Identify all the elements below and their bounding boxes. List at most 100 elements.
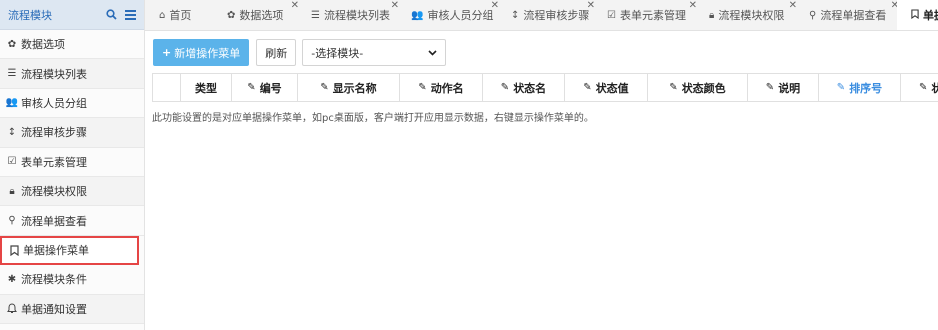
asterisk-icon: ✱ <box>7 273 17 285</box>
tab-bar: ⌂ 首页 ✿ 数据选项 ✕ ☰ 流程模块列表 ✕ 👥 审核人员分组 ✕ ↕ 流程… <box>145 0 938 31</box>
tab-label: 流程模块列表 <box>323 9 390 22</box>
search-icon: ⚲ <box>8 215 16 227</box>
tab-label: 表单元素管理 <box>619 9 686 22</box>
toolbar: + 新增操作菜单 刷新 -选择模块- <box>153 39 447 66</box>
sidebar-item-label: 流程审核步骤 <box>21 126 87 140</box>
tab-review-steps[interactable]: ↕ 流程审核步骤 ✕ <box>497 0 595 30</box>
menu-icon[interactable] <box>125 9 136 20</box>
sidebar-item-label: 数据选项 <box>21 38 65 52</box>
column-label: 编号 <box>259 81 282 95</box>
tab-document-view[interactable]: ⚲ 流程单据查看 ✕ <box>795 0 899 30</box>
tab-document-menu[interactable]: 单据操 <box>897 0 938 30</box>
pencil-icon: ✎ <box>919 82 928 93</box>
lock-icon: 🔒︎ <box>709 9 715 21</box>
home-icon: ⌂ <box>159 9 166 21</box>
add-menu-label: 新增操作菜单 <box>174 46 241 60</box>
sidebar-item-reviewer-groups[interactable]: 👥 审核人员分组 <box>0 88 144 119</box>
pencil-icon: ✎ <box>500 82 510 93</box>
search-icon[interactable] <box>106 9 117 20</box>
column-label: 排序号 <box>849 81 883 95</box>
sidebar-item-label: 流程模块列表 <box>21 67 87 81</box>
column-header-description[interactable]: ✎ 说明 <box>748 74 819 101</box>
tab-module-permissions[interactable]: 🔒︎ 流程模块权限 ✕ <box>695 0 797 30</box>
column-label: 动作名 <box>430 81 464 95</box>
sidebar-item-label: 单据操作菜单 <box>23 244 89 258</box>
tab-label: 单据操 <box>923 9 938 22</box>
tab-data-options[interactable]: ✿ 数据选项 ✕ <box>213 0 299 30</box>
table-header: 类型 ✎ 编号 ✎ 显示名称 ✎ 动作名 ✎ 状态名 ✎ 状态值 ✎ 状态颜色 … <box>152 73 938 102</box>
pencil-icon: ✎ <box>247 82 256 93</box>
tab-label: 流程单据查看 <box>820 9 887 22</box>
sidebar-item-label: 流程模块条件 <box>21 273 87 287</box>
sidebar-item-label: 表单元素管理 <box>21 155 87 169</box>
info-text: 此功能设置的是对应单据操作菜单，如pc桌面版，客户端打开应用显示数据，右键显示操… <box>152 113 594 124</box>
pencil-icon: ✎ <box>765 82 775 93</box>
column-label: 状态名 <box>513 81 547 95</box>
plus-icon: + <box>162 46 172 59</box>
column-select <box>153 74 181 101</box>
column-label: 显示名称 <box>332 81 377 95</box>
sidebar-item-notification-settings[interactable]: 单据通知设置 <box>0 294 144 324</box>
users-icon: 👥 <box>5 97 19 109</box>
sidebar-item-review-steps[interactable]: ↕ 流程审核步骤 <box>0 118 144 148</box>
column-header-sort-number[interactable]: ✎ 排序号 <box>819 74 901 101</box>
column-label: 状态颜色 <box>681 81 726 95</box>
list-icon: ☰ <box>7 68 17 80</box>
column-header-type[interactable]: 类型 <box>181 74 232 101</box>
refresh-button[interactable]: 刷新 <box>256 39 297 66</box>
tab-reviewer-groups[interactable]: 👥 审核人员分组 ✕ <box>397 0 499 30</box>
tab-form-elements[interactable]: ☑ 表单元素管理 ✕ <box>593 0 697 30</box>
sidebar-item-module-permissions[interactable]: 🔒︎ 流程模块权限 <box>0 176 144 207</box>
gear-icon: ✿ <box>7 38 17 50</box>
module-select[interactable]: -选择模块- <box>302 39 447 66</box>
sidebar-item-label: 审核人员分组 <box>21 96 87 110</box>
check-square-icon: ☑ <box>7 156 17 168</box>
search-icon: ⚲ <box>809 9 817 21</box>
sidebar-item-document-view[interactable]: ⚲ 流程单据查看 <box>0 206 144 236</box>
check-square-icon: ☑ <box>607 9 616 21</box>
pencil-icon: ✎ <box>320 82 329 93</box>
sidebar-item-module-conditions[interactable]: ✱ 流程模块条件 <box>0 265 144 295</box>
tab-label: 流程模块权限 <box>718 9 785 22</box>
pencil-icon: ✎ <box>418 82 427 93</box>
column-label: 类型 <box>195 81 217 95</box>
sidebar-item-label: 流程模块权限 <box>21 185 87 199</box>
sort-icon: ↕ <box>511 9 520 21</box>
column-header-status-color[interactable]: ✎ 状态颜色 <box>648 74 748 101</box>
sidebar-header: 流程模块 <box>0 0 144 30</box>
sidebar-item-data-options[interactable]: ✿ 数据选项 <box>0 30 144 60</box>
column-header-status-name[interactable]: ✎ 状态名 <box>483 74 565 101</box>
sidebar-item-label: 单据通知设置 <box>21 302 87 316</box>
sidebar-item-module-list[interactable]: ☰ 流程模块列表 <box>0 59 144 89</box>
sidebar-item-label: 流程单据查看 <box>21 214 87 228</box>
column-header-action-name[interactable]: ✎ 动作名 <box>400 74 483 101</box>
sort-icon: ↕ <box>7 126 17 138</box>
add-menu-button[interactable]: + 新增操作菜单 <box>153 39 250 66</box>
column-header-status[interactable]: ✎ 状 <box>901 74 938 101</box>
tab-home[interactable]: ⌂ 首页 <box>145 0 213 30</box>
tab-label: 首页 <box>169 9 192 22</box>
lock-icon: 🔒︎ <box>9 185 15 197</box>
users-icon: 👥 <box>411 9 424 21</box>
tab-module-list[interactable]: ☰ 流程模块列表 ✕ <box>297 0 399 30</box>
module-select-value: -选择模块- <box>311 46 364 60</box>
list-icon: ☰ <box>311 9 320 21</box>
tab-label: 审核人员分组 <box>427 9 494 22</box>
column-header-number[interactable]: ✎ 编号 <box>232 74 298 101</box>
pencil-icon: ✎ <box>583 82 592 93</box>
tab-label: 数据选项 <box>239 9 284 22</box>
sidebar-item-form-elements[interactable]: ☑ 表单元素管理 <box>0 147 144 177</box>
main-content: ⌂ 首页 ✿ 数据选项 ✕ ☰ 流程模块列表 ✕ 👥 审核人员分组 ✕ ↕ 流程… <box>145 0 938 330</box>
tab-label: 流程审核步骤 <box>523 9 590 22</box>
sidebar-item-document-menu[interactable]: 单据操作菜单 <box>0 235 139 266</box>
column-header-status-value[interactable]: ✎ 状态值 <box>565 74 648 101</box>
pencil-icon: ✎ <box>836 82 846 93</box>
bookmark-icon <box>8 245 20 256</box>
column-label: 状 <box>931 81 938 95</box>
sidebar: 流程模块 ✿ 数据选项 ☰ 流程模块列表 👥 审核人员分组 ↕ 流程审核步骤 ☑… <box>0 0 145 330</box>
column-label: 状态值 <box>595 81 629 95</box>
gear-icon: ✿ <box>227 9 236 21</box>
sidebar-title: 流程模块 <box>8 8 52 22</box>
column-header-display-name[interactable]: ✎ 显示名称 <box>298 74 400 101</box>
column-label: 说明 <box>778 81 801 95</box>
